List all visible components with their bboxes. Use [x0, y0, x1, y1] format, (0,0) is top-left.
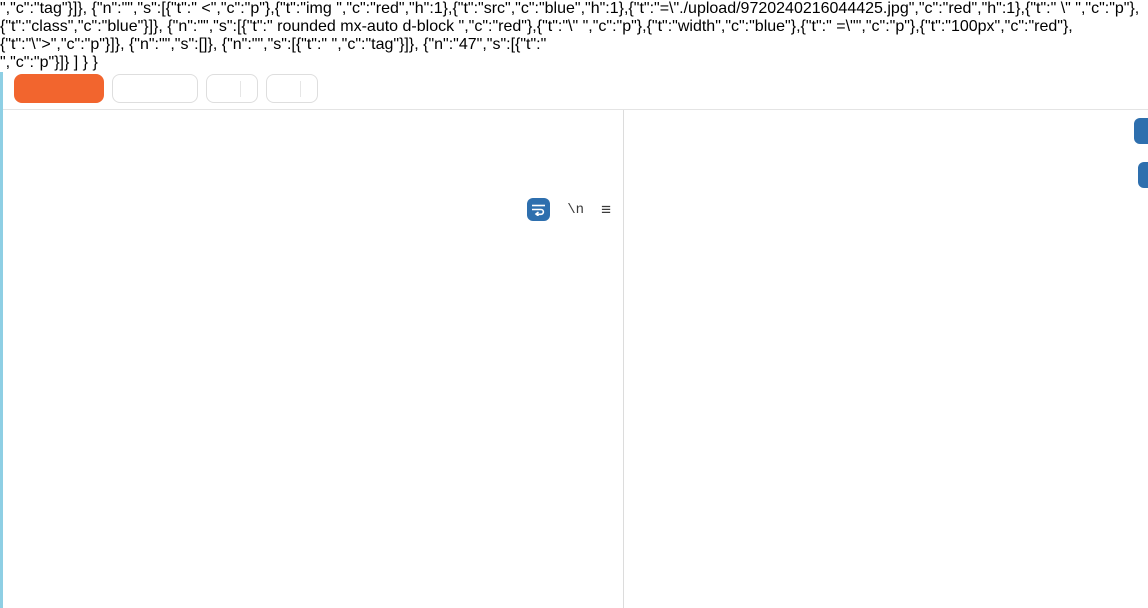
- toolbar: [3, 72, 1148, 110]
- response-panel-title: [624, 110, 1148, 124]
- request-tabbar: [3, 124, 623, 158]
- inspector-icon[interactable]: [1134, 118, 1148, 144]
- response-panel: [624, 110, 1148, 608]
- next-request-button[interactable]: [266, 74, 318, 103]
- request-panel: \n ≡: [3, 110, 623, 608]
- button-divider: [240, 80, 241, 97]
- inspector-icon[interactable]: [1138, 162, 1148, 188]
- cancel-button[interactable]: [112, 74, 198, 103]
- word-wrap-icon[interactable]: [527, 198, 551, 221]
- request-editor-icons: \n ≡: [527, 198, 611, 221]
- newline-icon[interactable]: \n: [567, 202, 584, 218]
- send-button[interactable]: [14, 74, 104, 103]
- menu-icon[interactable]: ≡: [601, 200, 611, 220]
- panels-container: \n ≡: [3, 110, 1148, 608]
- prev-request-button[interactable]: [206, 74, 258, 103]
- response-tabbar: [624, 124, 1148, 158]
- word-wrap-glyph: [532, 204, 546, 216]
- repeater-window: \n ≡: [0, 72, 1148, 608]
- request-panel-title: [3, 110, 623, 124]
- button-divider: [300, 80, 301, 97]
